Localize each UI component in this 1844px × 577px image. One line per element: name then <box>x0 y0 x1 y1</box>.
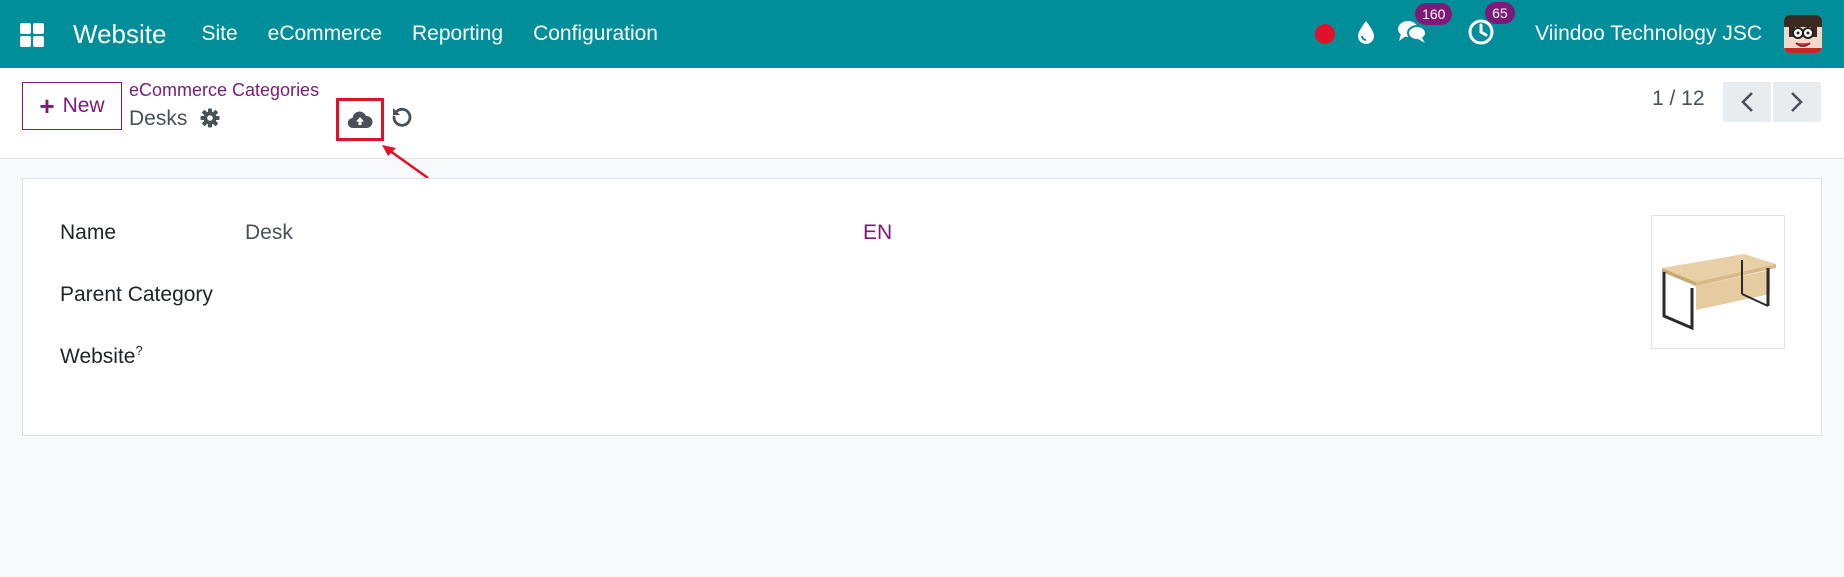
navbar-systray: 160 65 Viindoo Technology JSC <box>1315 0 1844 68</box>
breadcrumb-parent-link[interactable]: eCommerce Categories <box>129 80 319 101</box>
chevron-right-icon <box>1791 92 1803 112</box>
parent-category-label: Parent Category <box>60 283 213 306</box>
cloud-upload-icon <box>347 111 373 128</box>
chevron-left-icon <box>1741 92 1753 112</box>
new-button-label: New <box>62 94 105 117</box>
menu-reporting[interactable]: Reporting <box>397 22 518 46</box>
apps-menu-icon[interactable] <box>17 17 51 51</box>
name-label: Name <box>60 221 117 244</box>
desk-image <box>1662 254 1776 331</box>
messages-button[interactable]: 160 <box>1397 2 1453 50</box>
new-button[interactable]: + New <box>22 82 122 130</box>
menu-ecommerce[interactable]: eCommerce <box>253 22 397 46</box>
translate-button[interactable]: EN <box>863 221 892 245</box>
breadcrumb-current-record: Desks <box>129 107 188 130</box>
website-help-icon[interactable]: ? <box>135 343 142 358</box>
control-panel: + New eCommerce Categories Desks 1 / 12 <box>0 68 1844 159</box>
form-sheet: Name Desk EN Parent Category Website? <box>22 178 1822 436</box>
website-label: Website <box>60 345 136 368</box>
app-name[interactable]: Website <box>73 19 166 50</box>
gear-icon[interactable] <box>200 108 220 133</box>
plus-icon: + <box>39 91 55 121</box>
category-image[interactable] <box>1651 215 1785 349</box>
top-navbar: Website Site eCommerce Reporting Configu… <box>0 0 1844 68</box>
messages-count-badge: 160 <box>1415 2 1453 25</box>
activities-button[interactable]: 65 <box>1467 1 1515 51</box>
activities-count-badge: 65 <box>1485 1 1515 24</box>
user-avatar[interactable] <box>1784 15 1822 53</box>
name-field[interactable]: Desk <box>245 221 293 245</box>
pager-previous-button[interactable] <box>1723 82 1771 122</box>
save-button[interactable] <box>336 98 384 141</box>
undo-icon <box>392 107 412 127</box>
water-drop-icon[interactable] <box>1357 20 1375 49</box>
website-label-wrapper: Website? <box>60 343 143 369</box>
company-switcher[interactable]: Viindoo Technology JSC <box>1535 22 1762 46</box>
discard-button[interactable] <box>390 105 414 134</box>
pager-value[interactable]: 1 / 12 <box>1652 87 1705 111</box>
pager-next-button[interactable] <box>1773 82 1821 122</box>
menu-configuration[interactable]: Configuration <box>518 22 673 46</box>
record-dot-icon[interactable] <box>1315 24 1336 44</box>
menu-site[interactable]: Site <box>186 22 252 46</box>
